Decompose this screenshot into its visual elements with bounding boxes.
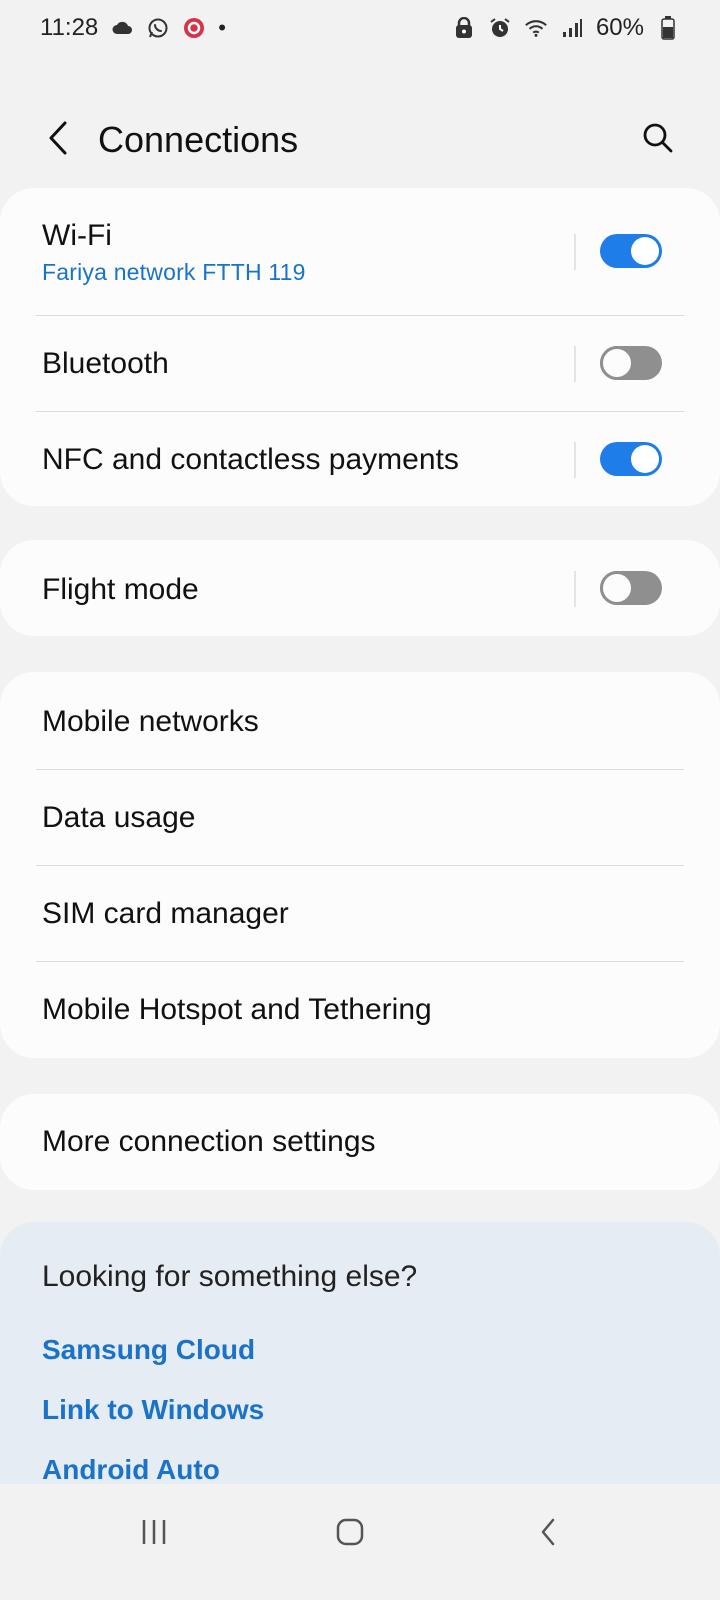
status-bar-right: 60% <box>452 14 680 42</box>
toggle-knob <box>600 346 634 380</box>
bluetooth-toggle[interactable] <box>600 346 662 380</box>
toggle-knob <box>600 571 634 605</box>
recent-apps-icon <box>139 1518 169 1551</box>
wifi-icon <box>524 16 548 40</box>
toggle-knob <box>631 237 659 265</box>
recent-apps-button[interactable] <box>124 1504 184 1564</box>
hotspot-label: Mobile Hotspot and Tethering <box>42 993 432 1026</box>
wifi-toggle[interactable] <box>600 234 662 268</box>
nfc-row[interactable]: NFC and contactless payments <box>0 412 720 506</box>
wifi-network-name: Fariya network FTTH 119 <box>42 259 306 285</box>
mobile-card: Mobile networks Data usage SIM card mana… <box>0 672 720 1058</box>
back-icon <box>538 1517 558 1552</box>
divider <box>574 442 576 478</box>
toggle-knob <box>631 445 659 473</box>
nav-back-button[interactable] <box>518 1504 578 1564</box>
link-to-windows-link[interactable]: Link to Windows <box>42 1394 264 1426</box>
bluetooth-label: Bluetooth <box>42 347 169 380</box>
wifi-label: Wi-Fi <box>42 219 112 252</box>
bluetooth-row[interactable]: Bluetooth <box>0 316 720 412</box>
android-auto-link[interactable]: Android Auto <box>42 1454 220 1486</box>
cloud-icon <box>110 16 134 40</box>
chevron-left-icon <box>47 120 69 161</box>
more-connection-settings-row[interactable]: More connection settings <box>0 1094 720 1190</box>
wifi-row[interactable]: Wi-Fi Fariya network FTTH 119 <box>0 188 720 316</box>
divider <box>574 346 576 382</box>
flight-mode-label: Flight mode <box>42 573 199 606</box>
suggestions-title: Looking for something else? <box>42 1260 418 1293</box>
dot-icon: • <box>218 15 226 40</box>
whatsapp-icon <box>146 16 170 40</box>
connections-screen: 11:28 • 60% Connections Wi-Fi Fariya net… <box>0 0 720 1600</box>
status-time: 11:28 <box>40 14 99 41</box>
flight-card: Flight mode <box>0 540 720 636</box>
divider <box>574 571 576 607</box>
mobile-networks-label: Mobile networks <box>42 705 259 738</box>
suggestions-card: Looking for something else? Samsung Clou… <box>0 1222 720 1522</box>
flight-mode-toggle[interactable] <box>600 571 662 605</box>
sim-card-manager-row[interactable]: SIM card manager <box>0 866 720 962</box>
home-icon <box>335 1517 365 1552</box>
data-usage-row[interactable]: Data usage <box>0 770 720 866</box>
more-connection-settings-label: More connection settings <box>42 1125 376 1158</box>
mobile-networks-row[interactable]: Mobile networks <box>0 672 720 770</box>
alarm-icon <box>488 16 512 40</box>
navigation-bar <box>0 1484 720 1600</box>
search-icon <box>642 122 674 159</box>
battery-percent: 60% <box>595 14 644 41</box>
lock-icon <box>452 16 476 40</box>
nfc-toggle[interactable] <box>600 442 662 476</box>
more-card: More connection settings <box>0 1094 720 1190</box>
home-button[interactable] <box>320 1504 380 1564</box>
signal-icon <box>560 16 584 40</box>
app-header: Connections <box>0 100 720 180</box>
status-bar-left: 11:28 • <box>40 14 226 42</box>
divider <box>574 234 576 270</box>
battery-icon <box>656 16 680 40</box>
hotspot-row[interactable]: Mobile Hotspot and Tethering <box>0 962 720 1058</box>
samsung-cloud-link[interactable]: Samsung Cloud <box>42 1334 255 1366</box>
search-button[interactable] <box>638 120 678 160</box>
page-title: Connections <box>98 119 299 160</box>
nfc-label: NFC and contactless payments <box>42 443 459 476</box>
status-bar: 11:28 • 60% <box>0 0 720 56</box>
back-button[interactable] <box>38 118 78 162</box>
wireless-card: Wi-Fi Fariya network FTTH 119 Bluetooth … <box>0 188 720 506</box>
data-usage-label: Data usage <box>42 801 196 834</box>
flight-mode-row[interactable]: Flight mode <box>0 540 720 636</box>
sim-card-manager-label: SIM card manager <box>42 897 289 930</box>
recorder-icon <box>182 16 206 40</box>
